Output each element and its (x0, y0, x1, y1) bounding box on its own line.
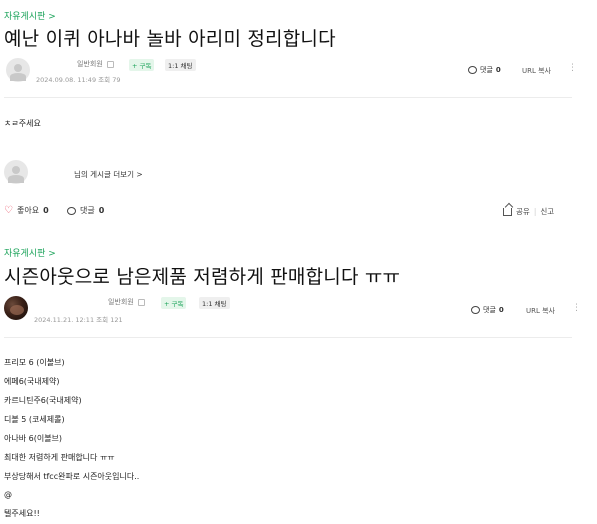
post-2: 자유게시판 > 시즌아웃으로 남은제품 저렴하게 판매합니다 ㅠㅠ 일반회원 +… (0, 240, 597, 524)
post-body-line: 텔주세요!! (4, 509, 40, 518)
comment-bubble-icon (67, 206, 76, 215)
like-count: 0 (43, 206, 49, 215)
post-title: 예난 이퀴 아나바 놀바 아리미 정리합니다 (4, 28, 336, 50)
post-datetime: 2024.09.08. 11:49 (36, 76, 97, 84)
share-button[interactable]: 공유 (516, 206, 530, 217)
author-name[interactable]: 일반회원 (77, 59, 114, 69)
url-copy-button[interactable]: URL 복사 (526, 306, 555, 316)
like-label: 좋아요 (16, 206, 40, 215)
post-body-line: ㅊㄹ주세요 (4, 119, 41, 128)
member-grade-icon (106, 60, 114, 68)
subscribe-button[interactable]: + 구독 (129, 59, 155, 71)
divider (4, 97, 572, 98)
board-link[interactable]: 자유게시판 > (4, 246, 56, 259)
comment-count-button[interactable]: 댓글 0 (471, 305, 504, 315)
heart-outline-icon: ♡ (4, 204, 13, 216)
comment-count: 0 (495, 66, 501, 74)
comment-label: 댓글 (483, 306, 496, 314)
footer-comment-label: 댓글 (80, 206, 95, 215)
post-1: 자유게시판 > 예난 이퀴 아나바 놀바 아리미 정리합니다 일반회원 + 구독… (0, 0, 597, 225)
comment-count-button[interactable]: 댓글 0 (468, 65, 501, 75)
board-link[interactable]: 자유게시판 > (4, 9, 56, 22)
subscribe-button[interactable]: + 구독 (161, 297, 187, 309)
post-body-line: 디볼 5 (코세제롤) (4, 415, 65, 424)
author-avatar[interactable] (4, 296, 28, 320)
report-button[interactable]: 신고 (540, 206, 554, 217)
post-body-line: 최대한 저렴하게 판매합니다 ㅠㅠ (4, 453, 115, 462)
footer-comment-count: 0 (98, 206, 105, 215)
post-views: 조회 121 (96, 316, 123, 324)
url-copy-button[interactable]: URL 복사 (522, 66, 551, 76)
post-body-line: 부상당해서 tfcc완파로 시즌아웃입니다.. (4, 472, 140, 481)
comment-count: 0 (498, 306, 504, 314)
author-name[interactable]: 일반회원 (108, 297, 145, 307)
comment-bubble-icon (471, 306, 480, 314)
chat-button[interactable]: 1:1 채팅 (199, 297, 230, 309)
author-grade-label: 일반회원 (108, 298, 134, 306)
author-avatar[interactable] (6, 58, 30, 82)
post-body-line: 아나바 6(이볼브) (4, 434, 63, 443)
chat-button[interactable]: 1:1 채팅 (165, 59, 196, 71)
member-grade-icon (137, 298, 145, 306)
share-report-row: 공유 | 신고 (503, 206, 554, 217)
comment-bubble-icon (468, 66, 477, 74)
post-body-line: 카르니틴주6(국내제약) (4, 396, 82, 405)
post-body-line: @ (4, 490, 12, 499)
comment-label: 댓글 (480, 66, 493, 74)
author-grade-label: 일반회원 (77, 60, 103, 68)
footer-comment-button[interactable]: 댓글 0 (67, 205, 104, 216)
like-button[interactable]: ♡ 좋아요 0 (4, 205, 49, 216)
post-meta: 2024.09.08. 11:49 조회 79 (36, 74, 120, 84)
separator: | (533, 207, 537, 216)
more-posts-link[interactable]: 님의 게시글 더보기 > (74, 169, 143, 180)
divider (4, 337, 572, 338)
post-views: 조회 79 (98, 76, 121, 84)
post-title: 시즌아웃으로 남은제품 저렴하게 판매합니다 ㅠㅠ (4, 266, 401, 288)
kebab-menu-icon[interactable]: ⋮ (568, 64, 577, 73)
share-icon[interactable] (503, 207, 512, 216)
post-body-line: 에페6(국내제약) (4, 377, 60, 386)
post-body-line: 프리모 6 (이볼브) (4, 358, 65, 367)
post-datetime: 2024.11.21. 12:11 (34, 316, 95, 324)
kebab-menu-icon[interactable]: ⋮ (572, 304, 581, 313)
author-avatar-small[interactable] (4, 160, 28, 184)
post-meta: 2024.11.21. 12:11 조회 121 (34, 314, 123, 324)
